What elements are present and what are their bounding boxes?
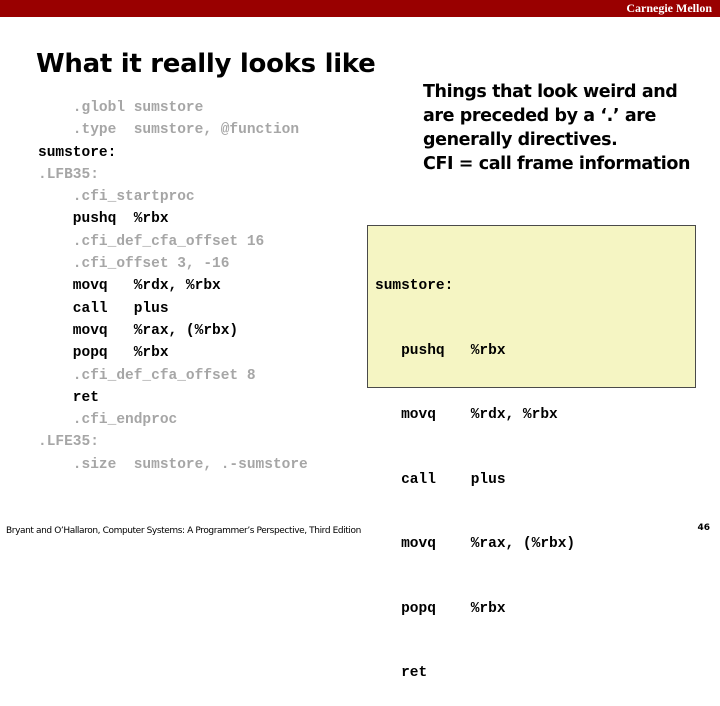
code-line: sumstore: (375, 278, 454, 294)
code-line-directive: .globl sumstore (38, 100, 204, 116)
code-line-instruction: call plus (38, 300, 169, 317)
code-line: ret (375, 665, 428, 681)
code-line-directive: .cfi_endproc (38, 412, 178, 429)
code-line-directive: .cfi_def_cfa_offset 16 (38, 233, 265, 250)
directives-note: Things that look weird and are preceded … (423, 80, 713, 176)
brand-label: Carnegie Mellon (626, 1, 712, 15)
full-assembly-listing: .globl sumstore .type sumstore, @functio… (38, 97, 308, 476)
code-line-directive: .cfi_offset 3, -16 (38, 256, 230, 273)
slide-title: What it really looks like (36, 49, 376, 79)
clean-assembly-box: sumstore: pushq %rbx movq %rdx, %rbx cal… (367, 225, 696, 681)
page-number: 46 (697, 523, 710, 533)
code-line-instruction: pushq %rbx (38, 211, 169, 228)
code-line: movq %rdx, %rbx (375, 407, 558, 423)
code-line-directive: .type sumstore, @function (38, 122, 300, 139)
note-line: are preceded by a ‘.’ are (423, 106, 656, 126)
code-line: movq %rax, (%rbx) (375, 536, 576, 552)
code-line-instruction: popq %rbx (38, 345, 169, 362)
code-line-directive: .cfi_def_cfa_offset 8 (38, 367, 256, 384)
code-line: call plus (375, 471, 506, 488)
footer-citation: Bryant and O’Hallaron, Computer Systems:… (6, 526, 361, 536)
code-line-instruction: ret (38, 389, 99, 406)
code-line-directive: .LFE35: (38, 434, 99, 451)
code-line-instruction: movq %rax, (%rbx) (38, 322, 239, 339)
code-line-instruction: movq %rdx, %rbx (38, 278, 221, 295)
code-line-directive: .LFB35: (38, 166, 99, 183)
note-line: CFI = call frame information (423, 154, 691, 174)
code-line: popq %rbx (375, 600, 506, 617)
code-line-directive: .cfi_startproc (38, 189, 195, 206)
code-line: pushq %rbx (375, 342, 506, 359)
note-line: Things that look weird and (423, 82, 678, 102)
header-bar: Carnegie Mellon (0, 0, 720, 17)
code-line-directive: .size sumstore, .-sumstore (38, 456, 308, 473)
code-line-label: sumstore: (38, 144, 117, 161)
note-line: generally directives. (423, 130, 618, 150)
